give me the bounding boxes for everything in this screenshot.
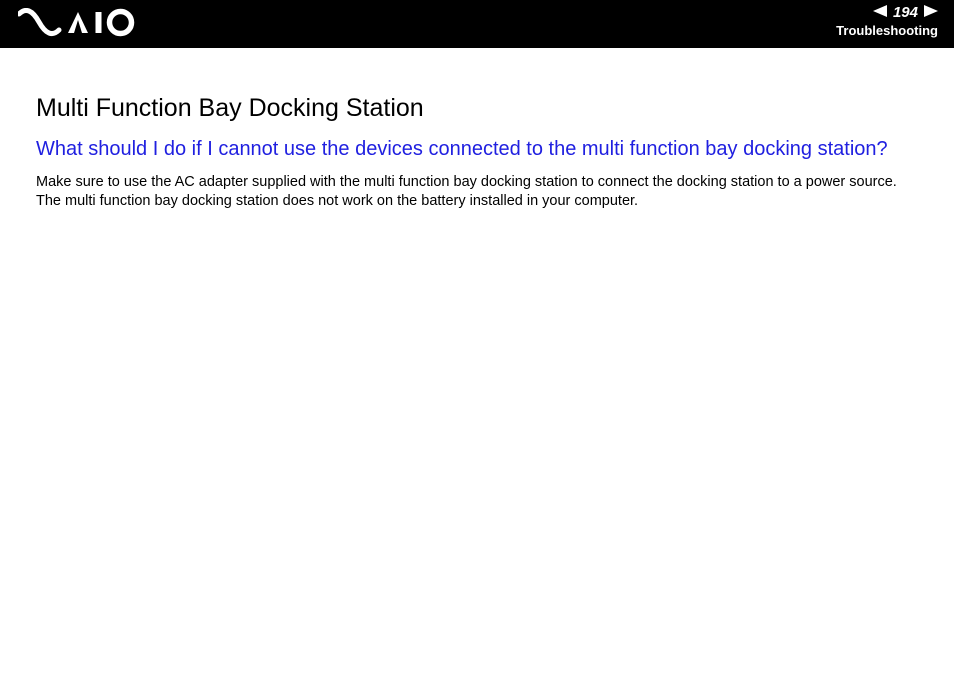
- page-title: Multi Function Bay Docking Station: [36, 94, 924, 123]
- prev-page-arrow-icon[interactable]: [873, 4, 887, 21]
- page-nav-widget: 194 Troubleshooting: [836, 4, 938, 38]
- faq-answer: Make sure to use the AC adapter supplied…: [36, 173, 924, 211]
- next-page-arrow-icon[interactable]: [924, 4, 938, 21]
- faq-question: What should I do if I cannot use the dev…: [36, 137, 924, 163]
- vaio-logo: [18, 8, 138, 38]
- page-root: 194 Troubleshooting Multi Function Bay D…: [0, 0, 954, 674]
- section-label: Troubleshooting: [836, 23, 938, 38]
- page-number: 194: [893, 4, 918, 21]
- page-nav: 194: [836, 4, 938, 21]
- content-area: Multi Function Bay Docking Station What …: [36, 94, 924, 211]
- header-bar: 194 Troubleshooting: [0, 0, 954, 48]
